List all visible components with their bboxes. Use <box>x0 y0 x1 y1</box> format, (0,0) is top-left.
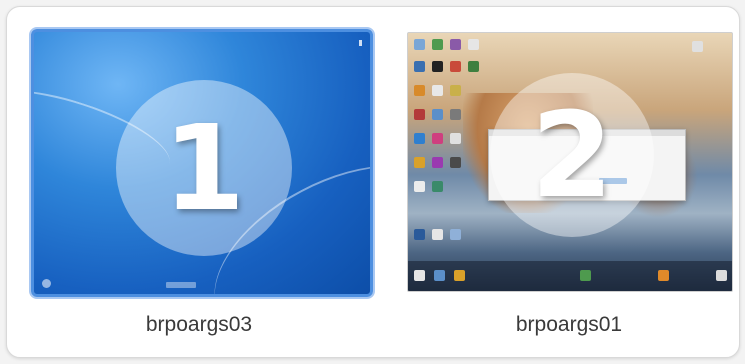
desktop-icon <box>450 157 461 168</box>
desktop-icon <box>414 39 425 50</box>
taskbar-app-icon <box>716 270 727 281</box>
taskbar-app-icon <box>580 270 591 281</box>
desktop-icon <box>414 229 425 240</box>
display-arrangement-panel: 1 2 brpoargs03 brpoargs01 <box>6 6 740 358</box>
desktop-icon <box>432 157 443 168</box>
corner-indicator-icon <box>359 40 362 46</box>
display-2-number-badge: 2 <box>490 73 654 237</box>
desktop-icon <box>450 133 461 144</box>
desktop-icon <box>432 181 443 192</box>
desktop-icon <box>450 109 461 120</box>
desktop-icon <box>432 133 443 144</box>
desktop-icon <box>450 229 461 240</box>
desktop-icon <box>414 157 425 168</box>
desktop-icon <box>414 181 425 192</box>
desktop-icon <box>468 39 479 50</box>
display-2-thumbnail[interactable]: 2 <box>407 32 733 292</box>
desktop-icon <box>414 61 425 72</box>
taskbar-app-icon <box>454 270 465 281</box>
desktop-icon <box>414 109 425 120</box>
desktop-icon <box>432 109 443 120</box>
desktop-icon <box>450 61 461 72</box>
desktop-icon <box>450 39 461 50</box>
desktop-icon <box>414 133 425 144</box>
taskbar-app-icon <box>434 270 445 281</box>
desktop-icon <box>468 61 479 72</box>
display-2-number: 2 <box>530 86 614 224</box>
display-2-label: brpoargs01 <box>515 313 623 336</box>
taskbar-app-icon <box>658 270 669 281</box>
start-button-icon <box>42 279 51 288</box>
taskbar-logo-icon <box>166 282 196 288</box>
display-1-thumbnail[interactable]: 1 <box>31 29 373 297</box>
desktop-icon <box>432 85 443 96</box>
desktop-icon <box>432 39 443 50</box>
display-1-number-badge: 1 <box>116 80 292 256</box>
desktop-icon <box>450 85 461 96</box>
taskbar-app-icon <box>414 270 425 281</box>
desktop-icon <box>414 85 425 96</box>
display-1-label: brpoargs03 <box>145 313 253 336</box>
display-1-number: 1 <box>162 99 246 237</box>
desktop-icon <box>432 61 443 72</box>
desktop-icon <box>432 229 443 240</box>
desktop-icon <box>692 41 703 52</box>
